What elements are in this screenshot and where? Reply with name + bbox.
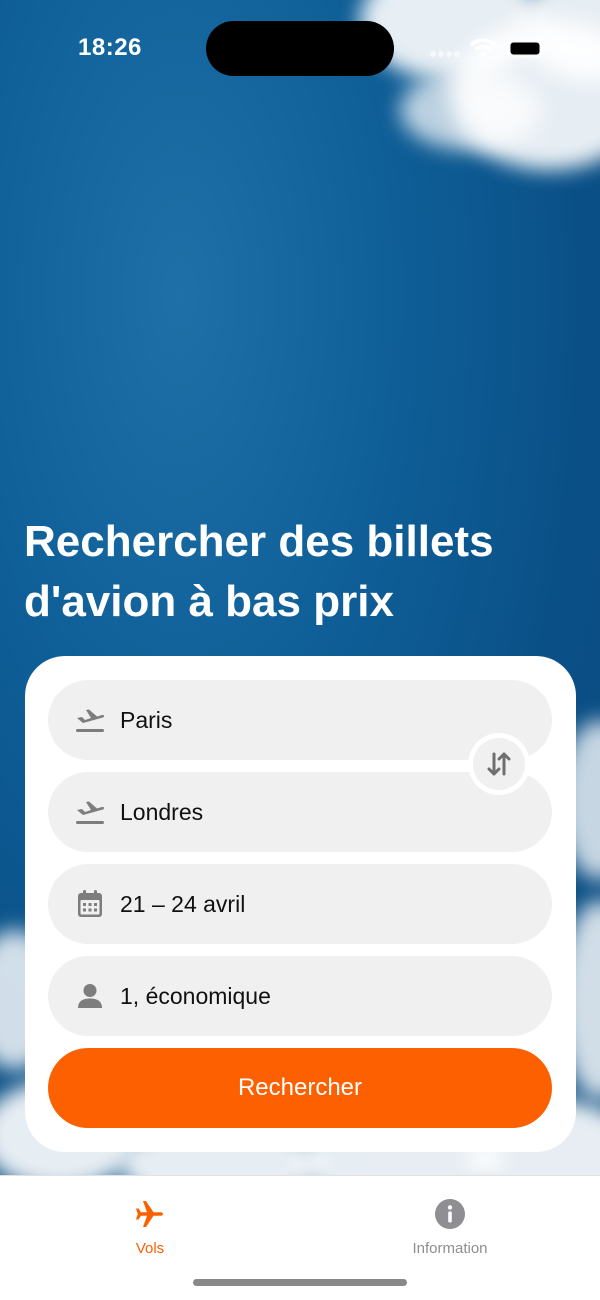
info-icon	[435, 1199, 465, 1229]
tab-information[interactable]: Information	[350, 1186, 550, 1257]
dynamic-island	[206, 21, 394, 76]
passengers-value: 1, économique	[120, 983, 271, 1009]
destination-value: Londres	[120, 799, 204, 825]
cellular-signal-icon	[430, 50, 460, 58]
battery-icon	[507, 39, 546, 58]
status-time: 18:26	[78, 34, 142, 61]
plane-departure-icon	[76, 801, 105, 824]
person-icon	[78, 984, 102, 1008]
tab-vols-label: Vols	[135, 1240, 165, 1257]
passengers-field[interactable]: 1, économique	[48, 956, 552, 1036]
calendar-icon	[78, 890, 102, 917]
tab-vols[interactable]: Vols	[50, 1186, 250, 1257]
home-indicator	[193, 1279, 407, 1286]
wifi-icon	[469, 38, 497, 58]
swap-button[interactable]	[468, 733, 530, 795]
search-card: Paris Londres 21 – 24 avril 1, économiqu…	[25, 656, 576, 1152]
tab-information-label: Information	[412, 1240, 488, 1257]
status-bar: 18:26	[0, 0, 600, 96]
search-button[interactable]: Rechercher	[48, 1048, 552, 1128]
origin-value: Paris	[120, 707, 173, 733]
page-title: Rechercher des billets d'avion à bas pri…	[24, 517, 494, 626]
airplane-icon	[136, 1201, 163, 1227]
dates-value: 21 – 24 avril	[120, 891, 246, 917]
plane-departure-icon	[76, 709, 105, 732]
dates-field[interactable]: 21 – 24 avril	[48, 864, 552, 944]
swap-arrows-icon	[487, 752, 511, 776]
